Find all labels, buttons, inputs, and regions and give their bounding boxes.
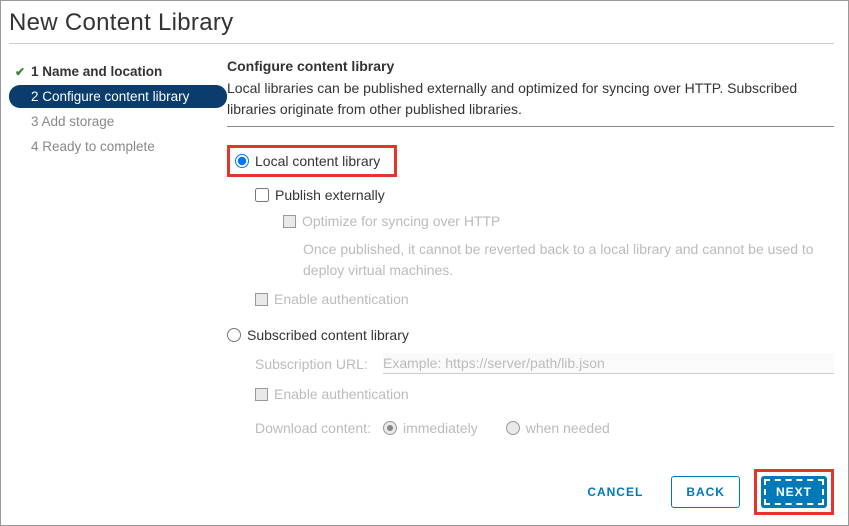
back-button[interactable]: BACK [671,476,740,508]
wizard-step-configure[interactable]: . 2 Configure content library [9,85,227,108]
dialog-body: ✔ 1 Name and location . 2 Configure cont… [9,56,834,436]
checkbox-label: Enable authentication [274,386,409,402]
divider [9,43,834,44]
radio-download-immediately: immediately [383,420,478,436]
dialog-footer: CANCEL BACK NEXT [573,469,834,515]
highlight-local-library: Local content library [227,145,397,177]
cancel-button[interactable]: CANCEL [573,477,657,507]
radio-selected-icon [383,421,397,435]
checkbox-label: Enable authentication [274,291,409,307]
divider [227,126,834,127]
field-subscription-url: Subscription URL: [255,353,834,374]
wizard-step-label: 1 Name and location [31,64,162,79]
dialog-title: New Content Library [9,9,834,43]
checkbox-disabled-icon [255,293,268,306]
radio-label: when needed [526,420,610,436]
radio-icon [506,421,520,435]
highlight-next: NEXT [754,469,834,515]
checkbox-label: Publish externally [275,187,385,203]
subscription-url-input [383,353,834,374]
wizard-nav: ✔ 1 Name and location . 2 Configure cont… [9,56,227,436]
wizard-step-add-storage: 3 Add storage [9,110,227,133]
radio-label: Subscribed content library [247,327,409,343]
checkbox-disabled-icon [255,388,268,401]
radio-label: immediately [403,420,478,436]
checkbox-enable-auth-local: Enable authentication [255,291,834,307]
checkbox-publish-input[interactable] [255,188,269,202]
section-title: Configure content library [227,58,834,74]
radio-label: Local content library [255,153,380,169]
checkbox-optimize-http: Optimize for syncing over HTTP [283,213,834,229]
wizard-step-label: 2 Configure content library [31,89,189,104]
field-label: Subscription URL: [255,356,383,372]
radio-local-input[interactable] [235,154,249,168]
wizard-step-label: 3 Add storage [31,114,114,129]
field-label: Download content: [255,420,383,436]
radio-local-library[interactable]: Local content library [235,153,380,169]
checkbox-enable-auth-sub: Enable authentication [255,386,834,402]
checkbox-publish-externally[interactable]: Publish externally [255,187,834,203]
radio-subscribed-input[interactable] [227,328,241,342]
radio-download-when-needed: when needed [506,420,610,436]
download-content-row: Download content: immediately when neede… [255,420,834,436]
next-button[interactable]: NEXT [761,476,827,508]
wizard-step-label: 4 Ready to complete [31,139,155,154]
section-description: Local libraries can be published externa… [227,78,834,120]
checkbox-label: Optimize for syncing over HTTP [302,213,500,229]
check-icon: ✔ [13,65,27,79]
wizard-step-ready: 4 Ready to complete [9,135,227,158]
new-content-library-dialog: New Content Library ✔ 1 Name and locatio… [0,0,849,526]
wizard-step-name-location[interactable]: ✔ 1 Name and location [9,60,227,83]
checkbox-disabled-icon [283,215,296,228]
optimize-note: Once published, it cannot be reverted ba… [303,239,834,281]
step-spacer: . [13,90,27,104]
radio-subscribed-library[interactable]: Subscribed content library [227,327,834,343]
main-panel: Configure content library Local librarie… [227,56,834,436]
